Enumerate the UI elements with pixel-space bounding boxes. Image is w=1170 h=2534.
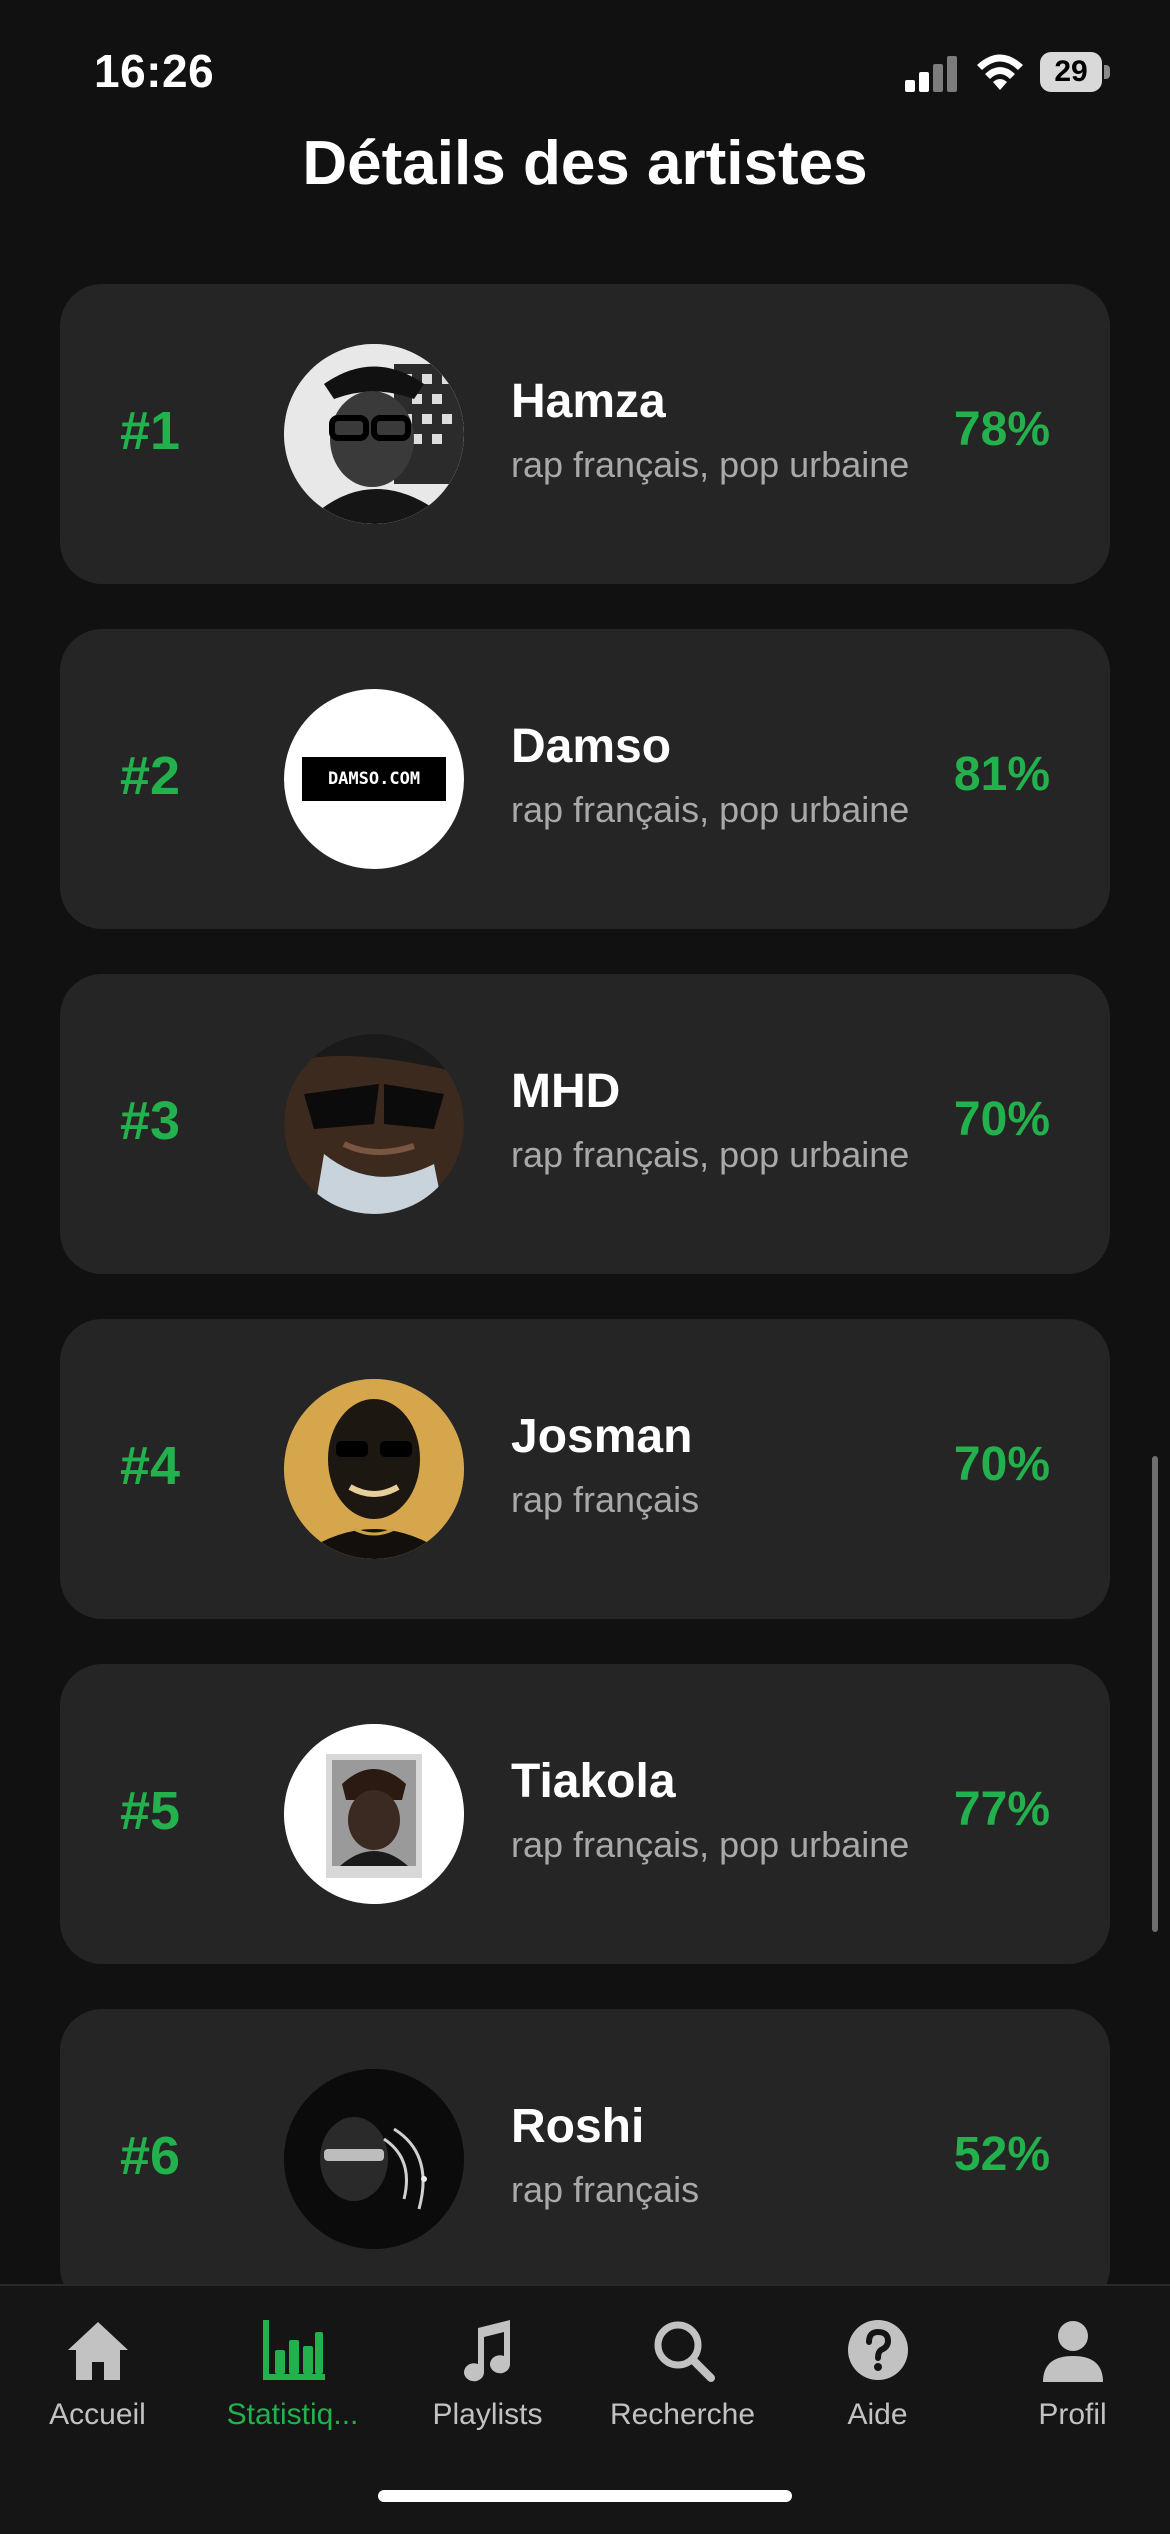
tab-label: Profil [1038, 2398, 1107, 2431]
artist-percent: 52% [953, 2128, 1050, 2181]
artist-card-josman[interactable]: #4 Josman rap français 70% [60, 1319, 1110, 1619]
artist-percent: 81% [953, 748, 1050, 801]
tab-statistiques[interactable]: Statistiq... [195, 2304, 390, 2444]
artist-name: Damso [511, 720, 672, 773]
artist-avatar [284, 1034, 464, 1214]
artist-genres: rap français, pop urbaine [511, 1824, 910, 1865]
battery-icon: 29 [1040, 52, 1110, 92]
search-icon [654, 2321, 715, 2382]
tab-aide[interactable]: Aide [780, 2304, 975, 2444]
tab-playlists[interactable]: Playlists [390, 2304, 585, 2444]
page-title: Détails des artistes [302, 129, 868, 198]
artist-card-tiakola[interactable]: #5 Tiakola rap français, pop urbaine 77% [60, 1664, 1110, 1964]
artist-name: Tiakola [511, 1755, 676, 1808]
tab-label: Statistiq... [226, 2398, 359, 2431]
artist-name: Josman [511, 1410, 693, 1463]
artist-genres: rap français [511, 1479, 700, 1520]
artist-rank: #3 [120, 1091, 181, 1151]
artist-name: Roshi [511, 2100, 645, 2153]
artist-rank: #2 [120, 746, 181, 806]
artist-rank: #1 [120, 401, 181, 461]
tab-accueil[interactable]: Accueil [0, 2304, 195, 2444]
artist-percent: 70% [953, 1093, 1050, 1146]
music-note-icon [464, 2320, 511, 2382]
artist-avatar [284, 2069, 464, 2249]
artist-rank: #4 [120, 1436, 181, 1496]
artist-genres: rap français, pop urbaine [511, 1134, 910, 1175]
artist-card-mhd[interactable]: #3 MHD rap français, pop urbaine 70% [60, 974, 1110, 1274]
tab-label: Accueil [49, 2398, 146, 2431]
home-indicator[interactable] [378, 2490, 792, 2502]
cellular-signal-icon [905, 52, 959, 92]
artist-avatar [284, 344, 464, 524]
artist-genres: rap français, pop urbaine [511, 789, 910, 830]
bar-chart-icon [263, 2320, 325, 2380]
artist-avatar: DAMSO.COM [284, 689, 464, 869]
artist-avatar [284, 1724, 464, 1904]
artist-card-hamza[interactable]: #1 Hamza rap français, pop urbaine 78% [60, 284, 1110, 584]
artist-card-roshi[interactable]: #6 Roshi rap français 52% [60, 2009, 1110, 2284]
help-icon [848, 2320, 908, 2380]
artist-card-damso[interactable]: #2 DAMSO.COM Damso rap français, pop urb… [60, 629, 1110, 929]
home-icon [68, 2322, 128, 2380]
artist-list: #1 Hamza rap français, pop urbaine 78% #… [60, 284, 1110, 2284]
tab-profil[interactable]: Profil [975, 2304, 1170, 2444]
artist-percent: 78% [953, 403, 1050, 456]
tab-recherche[interactable]: Recherche [585, 2304, 780, 2444]
artist-rank: #5 [120, 1781, 181, 1841]
wifi-icon [977, 54, 1023, 90]
tab-label: Aide [847, 2398, 908, 2431]
tab-label: Recherche [609, 2398, 756, 2431]
artist-avatar [284, 1379, 464, 1559]
status-bar: 16:26 29 [0, 0, 1170, 140]
artist-percent: 77% [953, 1783, 1050, 1836]
damso-logo: DAMSO.COM [302, 757, 446, 801]
person-icon [1043, 2321, 1103, 2382]
status-time: 16:26 [94, 45, 215, 97]
artist-name: MHD [511, 1065, 621, 1118]
artist-rank: #6 [120, 2126, 181, 2186]
artist-percent: 70% [953, 1438, 1050, 1491]
tab-label: Playlists [432, 2398, 543, 2431]
artist-genres: rap français [511, 2169, 700, 2210]
scrollbar[interactable] [1152, 1456, 1158, 1932]
artist-genres: rap français, pop urbaine [511, 444, 910, 485]
battery-level: 29 [1054, 55, 1088, 88]
artist-name: Hamza [511, 375, 666, 428]
